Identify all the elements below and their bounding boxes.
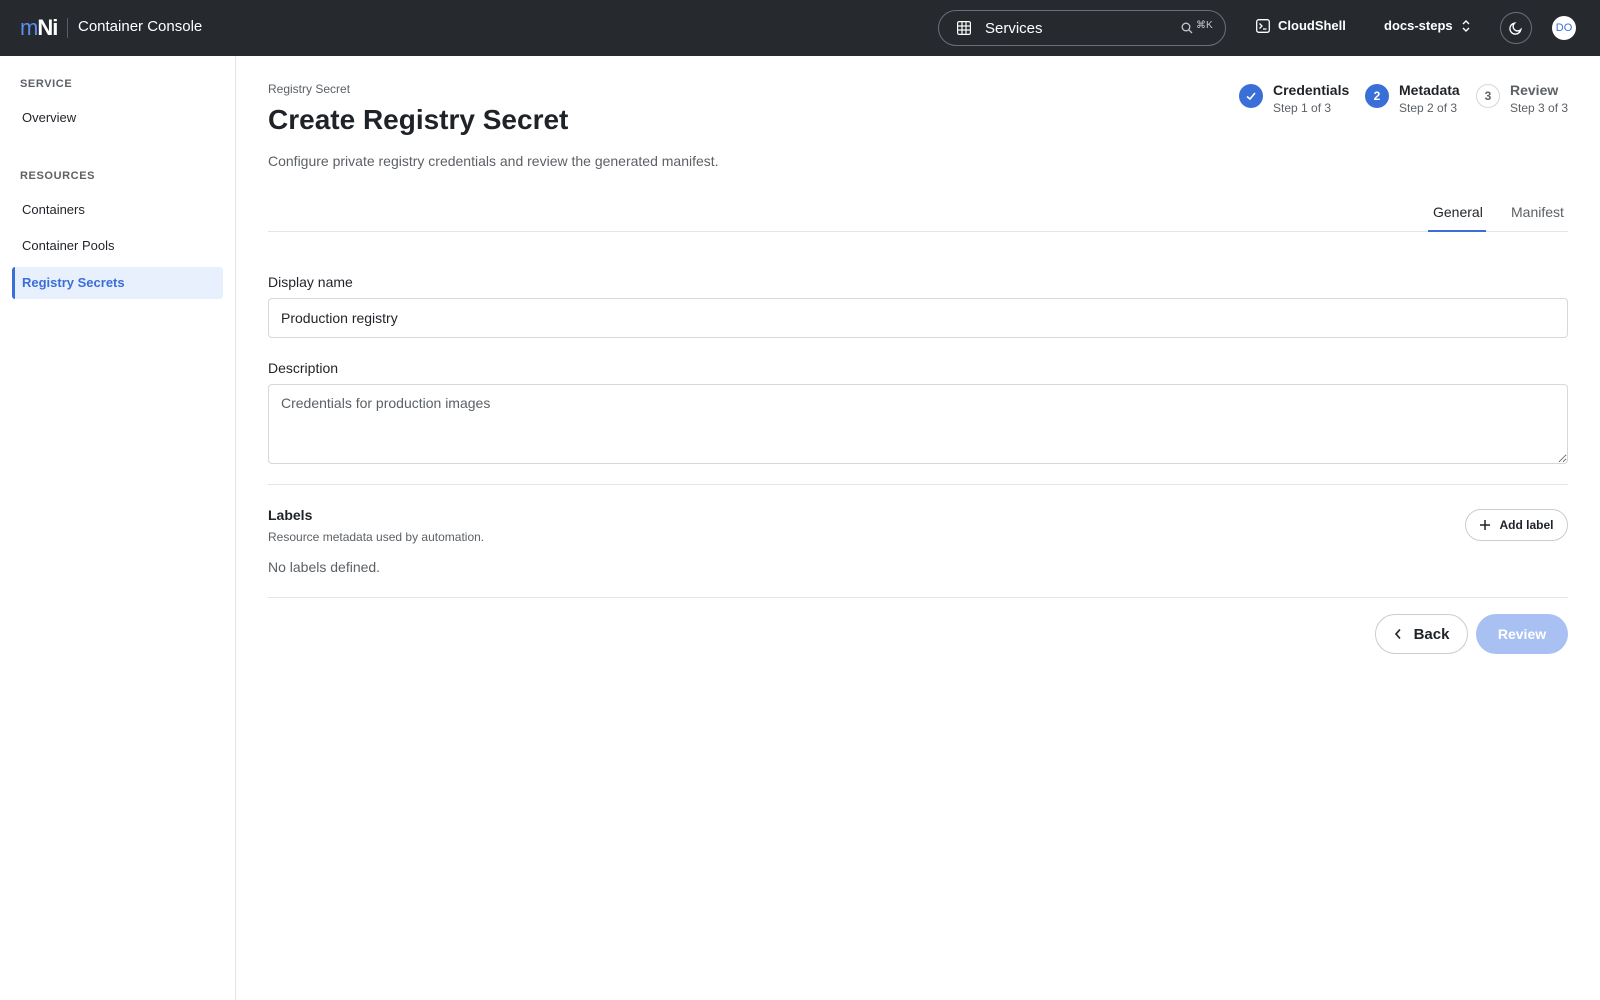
back-button[interactable]: Back bbox=[1375, 614, 1468, 654]
search-shortcut: ⌘K bbox=[1196, 20, 1213, 31]
tab-general[interactable]: General bbox=[1433, 204, 1483, 220]
project-selector[interactable]: docs-steps bbox=[1384, 18, 1471, 33]
search-label: Services bbox=[985, 20, 1043, 37]
add-label-text: Add label bbox=[1499, 518, 1554, 532]
brand-logo[interactable]: m Ni bbox=[20, 15, 58, 40]
description-textarea[interactable] bbox=[268, 384, 1568, 464]
page-description: Configure private registry credentials a… bbox=[268, 153, 719, 169]
sidebar-item-container-pools[interactable]: Container Pools bbox=[12, 230, 223, 262]
sidebar-item-overview[interactable]: Overview bbox=[12, 102, 223, 134]
labels-empty-state: No labels defined. bbox=[268, 559, 381, 575]
step-number: 2 bbox=[1365, 84, 1389, 108]
top-navigation-bar: m Ni Container Console Services ⌘K Cloud… bbox=[0, 0, 1600, 56]
logo-divider bbox=[67, 18, 68, 38]
active-tab-indicator bbox=[1428, 230, 1486, 232]
project-label: docs-steps bbox=[1384, 18, 1453, 33]
step-metadata[interactable]: 2 Metadata Step 2 of 3 bbox=[1365, 82, 1460, 115]
step-credentials[interactable]: Credentials Step 1 of 3 bbox=[1239, 82, 1349, 115]
page-title: Create Registry Secret bbox=[268, 104, 569, 135]
plus-icon bbox=[1480, 520, 1491, 530]
step-name: Metadata bbox=[1399, 82, 1460, 98]
sidebar-section-service: SERVICE bbox=[20, 78, 73, 90]
tab-bar: General Manifest bbox=[268, 196, 1568, 232]
step-name: Credentials bbox=[1273, 82, 1350, 98]
labels-heading: Labels bbox=[268, 507, 313, 523]
back-button-label: Back bbox=[1413, 625, 1450, 643]
moon-icon bbox=[1509, 22, 1522, 35]
check-icon bbox=[1239, 84, 1263, 108]
search-icon bbox=[1181, 22, 1193, 34]
logo-mark: m bbox=[20, 15, 38, 40]
theme-toggle-button[interactable] bbox=[1500, 12, 1532, 44]
sidebar-section-resources: RESOURCES bbox=[20, 170, 96, 182]
logo-wordmark: Ni bbox=[37, 15, 58, 40]
chevron-up-down-icon bbox=[1462, 19, 1470, 32]
chevron-left-icon bbox=[1394, 628, 1401, 640]
step-subtitle: Step 3 of 3 bbox=[1510, 101, 1569, 115]
display-name-input[interactable] bbox=[268, 298, 1568, 338]
display-name-label: Display name bbox=[268, 274, 353, 290]
add-label-button[interactable]: Add label bbox=[1465, 509, 1568, 541]
sidebar: SERVICE Overview RESOURCES Containers Co… bbox=[0, 56, 236, 1000]
sidebar-item-containers[interactable]: Containers bbox=[12, 194, 223, 226]
sidebar-item-registry-secrets[interactable]: Registry Secrets bbox=[12, 267, 223, 299]
step-name: Review bbox=[1510, 82, 1559, 98]
app-title: Container Console bbox=[78, 18, 203, 35]
cloudshell-label: CloudShell bbox=[1278, 18, 1346, 33]
step-number: 3 bbox=[1476, 84, 1500, 108]
tab-manifest[interactable]: Manifest bbox=[1511, 204, 1564, 220]
description-label: Description bbox=[268, 360, 339, 376]
section-divider bbox=[268, 484, 1568, 485]
terminal-icon bbox=[1256, 18, 1270, 33]
step-subtitle: Step 2 of 3 bbox=[1399, 101, 1458, 115]
step-review[interactable]: 3 Review Step 3 of 3 bbox=[1476, 82, 1568, 115]
services-search-button[interactable]: Services ⌘K bbox=[938, 10, 1226, 46]
labels-subtitle: Resource metadata used by automation. bbox=[268, 530, 485, 544]
cloudshell-button[interactable]: CloudShell bbox=[1256, 18, 1346, 33]
grid-icon bbox=[957, 21, 971, 35]
user-avatar[interactable]: DO bbox=[1552, 16, 1576, 40]
step-subtitle: Step 1 of 3 bbox=[1273, 101, 1332, 115]
footer-divider bbox=[268, 597, 1568, 598]
review-button[interactable]: Review bbox=[1476, 614, 1568, 654]
breadcrumb[interactable]: Registry Secret bbox=[268, 82, 350, 96]
